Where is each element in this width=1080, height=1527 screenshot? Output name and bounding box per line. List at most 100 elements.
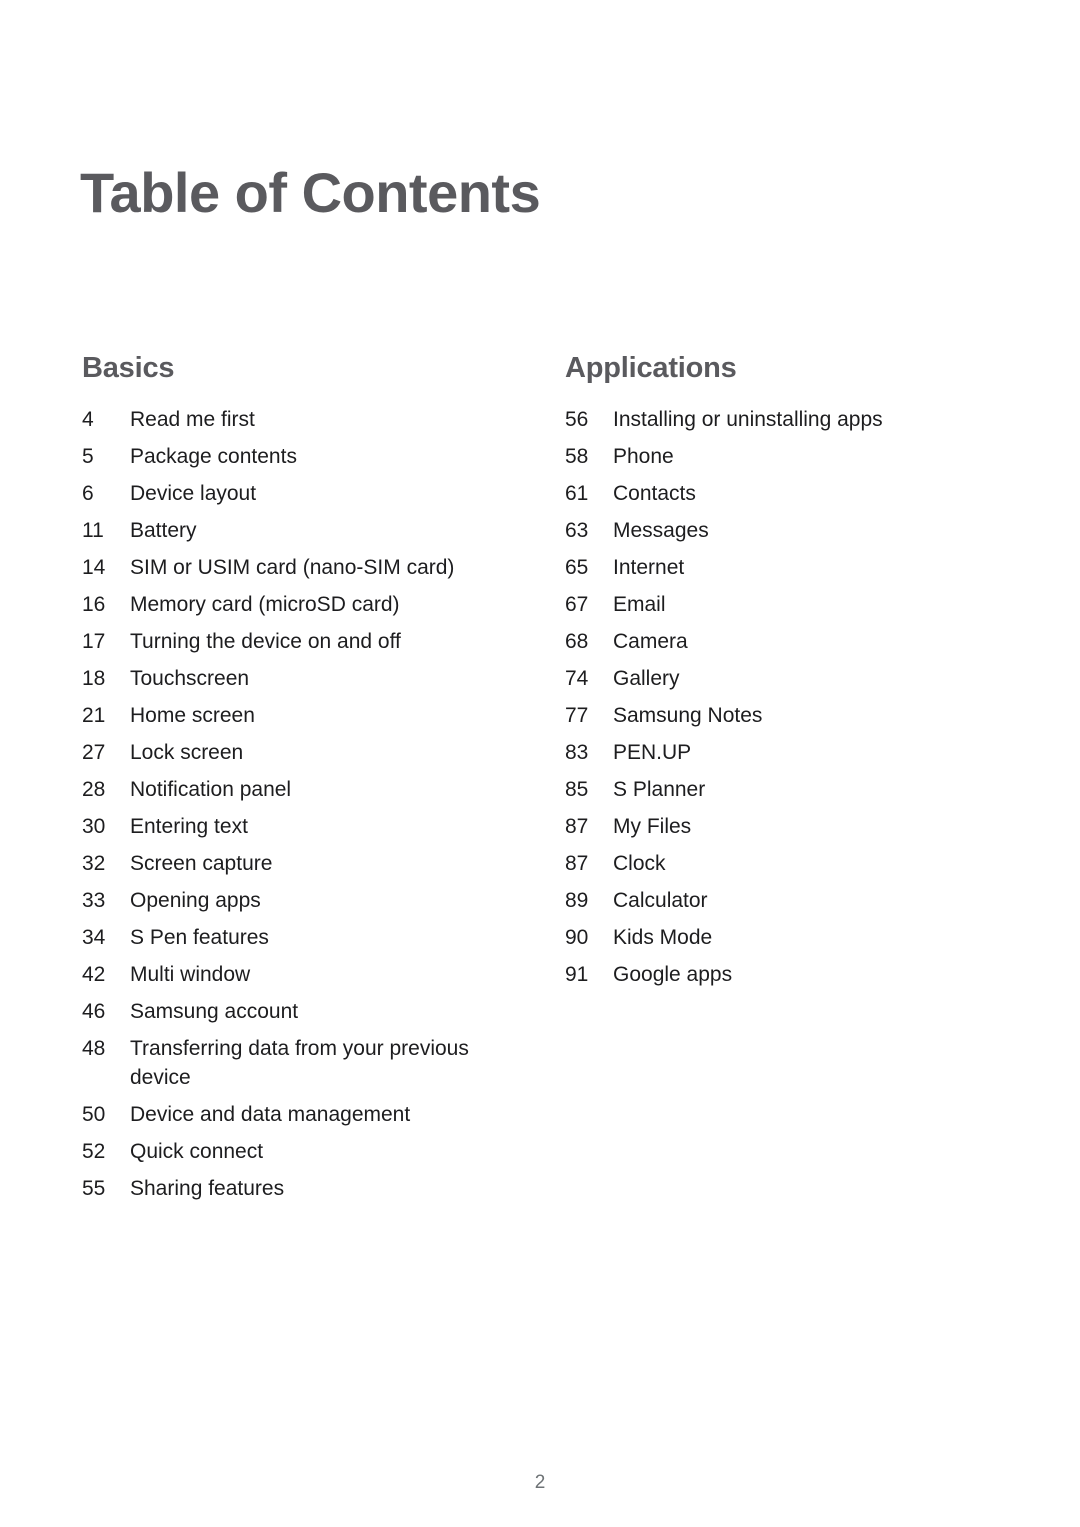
document-page: Table of Contents Basics 4 Read me first 5…: [0, 0, 1080, 1527]
toc-entry-title: Quick connect: [130, 1140, 264, 1164]
toc-entry[interactable]: 4 Read me first: [82, 405, 522, 434]
toc-entry-page-number: 4: [82, 408, 94, 432]
toc-entry-title: Installing or uninstalling apps: [613, 408, 883, 432]
toc-entry-title: Gallery: [613, 667, 680, 691]
toc-entry[interactable]: 83 PEN.UP: [565, 738, 995, 767]
toc-entry[interactable]: 5 Package contents: [82, 442, 522, 471]
toc-entry[interactable]: 21 Home screen: [82, 701, 522, 730]
toc-entry-title: Clock: [613, 852, 666, 876]
toc-entry[interactable]: 89 Calculator: [565, 886, 995, 915]
toc-entry-title: Battery: [130, 519, 197, 543]
toc-entry[interactable]: 85 S Planner: [565, 775, 995, 804]
toc-entry-title: SIM or USIM card (nano-SIM card): [130, 556, 455, 580]
toc-entry[interactable]: 87 Clock: [565, 849, 995, 878]
toc-entry-page-number: 91: [565, 963, 589, 987]
toc-entry-title: My Files: [613, 815, 692, 839]
toc-entry-page-number: 74: [565, 667, 589, 691]
toc-entry[interactable]: 6 Device layout: [82, 479, 522, 508]
toc-entry-title: Read me first: [130, 408, 255, 432]
toc-entry-title: Lock screen: [130, 741, 244, 765]
toc-entry[interactable]: 56 Installing or uninstalling apps: [565, 405, 995, 434]
toc-entry-page-number: 61: [565, 482, 589, 506]
toc-entry-page-number: 30: [82, 815, 106, 839]
toc-entry-page-number: 34: [82, 926, 106, 950]
toc-entry-title: Memory card (microSD card): [130, 593, 400, 617]
toc-entry-title: Messages: [613, 519, 709, 543]
toc-entry-title: Kids Mode: [613, 926, 713, 950]
toc-entry-page-number: 52: [82, 1140, 106, 1164]
toc-entry[interactable]: 63 Messages: [565, 516, 995, 545]
toc-entry-page-number: 83: [565, 741, 589, 765]
toc-entry-title: Samsung account: [130, 1000, 299, 1024]
toc-entry-page-number: 18: [82, 667, 106, 691]
toc-entry-title: PEN.UP: [613, 741, 692, 765]
toc-entry-title: Touchscreen: [130, 667, 250, 691]
toc-column-basics: Basics 4 Read me first 5 Package contents 6 D…: [82, 352, 522, 1211]
toc-entry-page-number: 14: [82, 556, 106, 580]
toc-entry-title: Screen capture: [130, 852, 273, 876]
toc-entry-page-number: 33: [82, 889, 106, 913]
toc-entry[interactable]: 74 Gallery: [565, 664, 995, 693]
toc-entry-title: Internet: [613, 556, 685, 580]
toc-entry-title: S Planner: [613, 778, 706, 802]
toc-entry[interactable]: 90 Kids Mode: [565, 923, 995, 952]
toc-entry-title: Opening apps: [130, 889, 261, 913]
section-heading-applications: Applications: [565, 352, 737, 384]
toc-entry-title: Multi window: [130, 963, 251, 987]
toc-entry-title: Sharing features: [130, 1177, 285, 1201]
toc-entry-page-number: 6: [82, 482, 94, 506]
toc-entry-page-number: 46: [82, 1000, 106, 1024]
toc-entry-page-number: 42: [82, 963, 106, 987]
toc-entry-page-number: 16: [82, 593, 106, 617]
toc-entry-title: Notification panel: [130, 778, 292, 802]
toc-entry[interactable]: 11 Battery: [82, 516, 522, 545]
toc-entry[interactable]: 67 Email: [565, 590, 995, 619]
toc-entry[interactable]: 16 Memory card (microSD card): [82, 590, 522, 619]
page-title: Table of Contents: [80, 160, 541, 224]
toc-entry-page-number: 48: [82, 1037, 106, 1061]
toc-entry[interactable]: 32 Screen capture: [82, 849, 522, 878]
toc-entry[interactable]: 46 Samsung account: [82, 997, 522, 1026]
toc-entry[interactable]: 42 Multi window: [82, 960, 522, 989]
toc-entry[interactable]: 34 S Pen features: [82, 923, 522, 952]
toc-entry[interactable]: 55 Sharing features: [82, 1174, 522, 1203]
toc-entry-title: Device and data management: [130, 1103, 411, 1127]
toc-entry[interactable]: 65 Internet: [565, 553, 995, 582]
toc-entry[interactable]: 61 Contacts: [565, 479, 995, 508]
toc-entry-page-number: 77: [565, 704, 589, 728]
toc-entry[interactable]: 28 Notification panel: [82, 775, 522, 804]
toc-entry-page-number: 89: [565, 889, 589, 913]
toc-entry[interactable]: 77 Samsung Notes: [565, 701, 995, 730]
toc-entry-page-number: 90: [565, 926, 589, 950]
toc-entry[interactable]: 68 Camera: [565, 627, 995, 656]
toc-entry[interactable]: 87 My Files: [565, 812, 995, 841]
toc-entry-page-number: 58: [565, 445, 589, 469]
toc-entry[interactable]: 91 Google apps: [565, 960, 995, 989]
toc-entry[interactable]: 30 Entering text: [82, 812, 522, 841]
toc-entry-page-number: 65: [565, 556, 589, 580]
toc-entry[interactable]: 17 Turning the device on and off: [82, 627, 522, 656]
toc-entry-title: Camera: [613, 630, 688, 654]
toc-list-applications: 56 Installing or uninstalling apps 58 Phone…: [565, 405, 995, 989]
toc-entry-title: Calculator: [613, 889, 708, 913]
toc-entry-title: Home screen: [130, 704, 255, 728]
toc-entry[interactable]: 14 SIM or USIM card (nano-SIM card): [82, 553, 522, 582]
toc-entry-page-number: 87: [565, 852, 589, 876]
toc-entry-page-number: 63: [565, 519, 589, 543]
toc-entry-page-number: 17: [82, 630, 106, 654]
section-heading-basics: Basics: [82, 352, 175, 384]
toc-entry-title: S Pen features: [130, 926, 269, 950]
toc-entry-page-number: 56: [565, 408, 589, 432]
toc-entry[interactable]: 58 Phone: [565, 442, 995, 471]
toc-entry-title: Entering text: [130, 815, 248, 839]
toc-entry-page-number: 11: [82, 519, 104, 543]
toc-entry[interactable]: 27 Lock screen: [82, 738, 522, 767]
toc-entry[interactable]: 50 Device and data management: [82, 1100, 522, 1129]
toc-entry-title: Device layout: [130, 482, 257, 506]
toc-entry[interactable]: 52 Quick connect: [82, 1137, 522, 1166]
toc-entry-page-number: 55: [82, 1177, 106, 1201]
toc-entry[interactable]: 18 Touchscreen: [82, 664, 522, 693]
toc-entry-title: Turning the device on and off: [130, 630, 401, 654]
toc-entry[interactable]: 48 Transferring data from your previous d…: [82, 1034, 522, 1092]
toc-entry[interactable]: 33 Opening apps: [82, 886, 522, 915]
